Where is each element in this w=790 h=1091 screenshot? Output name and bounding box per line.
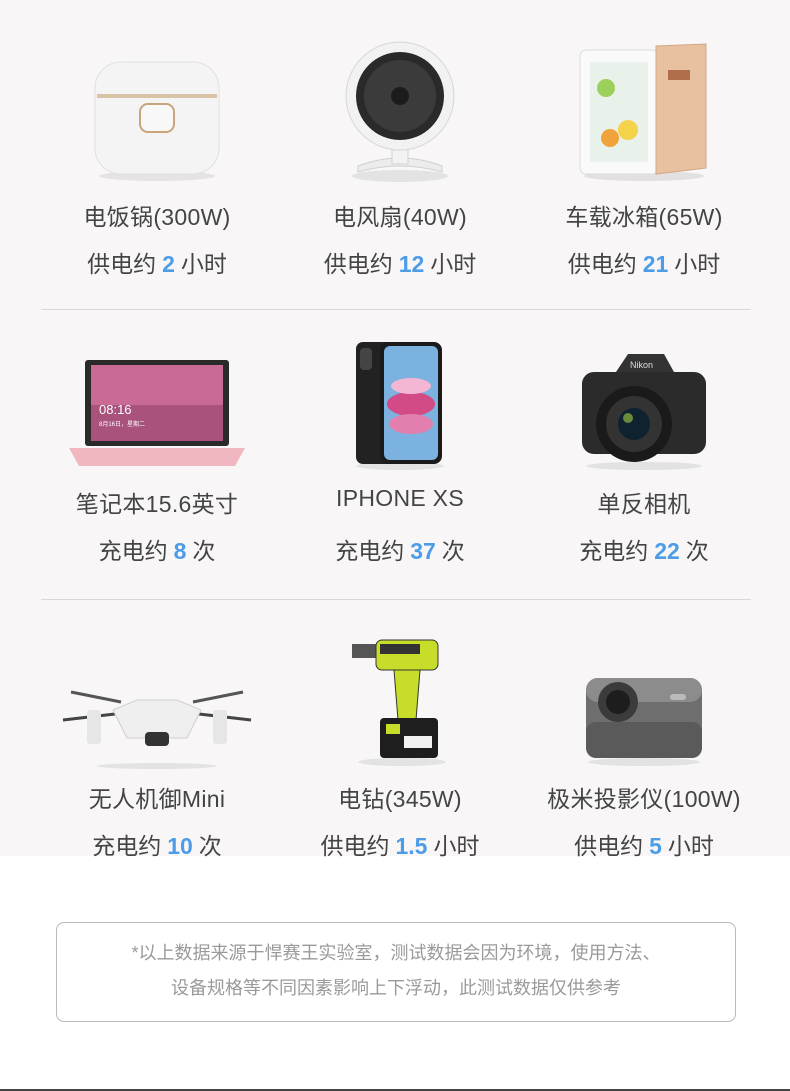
item-name: IPHONE XS bbox=[336, 485, 464, 511]
item-laptop: 08:16 8月16日，星期二 笔记本15.6英寸 充电约 8 次 bbox=[37, 300, 277, 590]
car-fridge-icon bbox=[579, 43, 707, 181]
usage-prefix: 充电约 bbox=[335, 538, 405, 564]
item-rice-cooker: 电饭锅(300W) 供电约 2 小时 bbox=[37, 0, 277, 300]
item-name: 无人机御Mini bbox=[88, 786, 226, 812]
item-name: 单反相机 bbox=[597, 491, 691, 517]
item-usage: 充电约 8 次 bbox=[37, 532, 277, 566]
item-name: 电钻(345W) bbox=[338, 786, 462, 812]
item-phone: IPHONE XS 充电约 37 次 bbox=[280, 300, 520, 590]
projector-icon bbox=[586, 678, 702, 766]
fan-icon bbox=[345, 41, 455, 182]
usage-value: 2 bbox=[162, 251, 175, 277]
usage-unit: 次 bbox=[192, 538, 216, 564]
item-usage: 充电约 22 次 bbox=[524, 532, 764, 566]
usage-prefix: 充电约 bbox=[92, 833, 162, 859]
camera-icon: Nikon bbox=[582, 354, 706, 470]
usage-value: 22 bbox=[654, 538, 680, 564]
item-usage: 充电约 10 次 bbox=[37, 827, 277, 861]
item-projector: 极米投影仪(100W) 供电约 5 小时 bbox=[524, 600, 764, 859]
usage-value: 37 bbox=[410, 538, 436, 564]
disclaimer-line-2: 设备规格等不同因素影响上下浮动，此测试数据仅供参考 bbox=[171, 978, 621, 998]
laptop-screen-date: 8月16日，星期二 bbox=[99, 420, 145, 428]
item-name: 笔记本15.6英寸 bbox=[75, 491, 239, 517]
item-usage: 供电约 5 小时 bbox=[524, 827, 764, 861]
item-fan: 电风扇(40W) 供电约 12 小时 bbox=[280, 0, 520, 300]
item-usage: 充电约 37 次 bbox=[280, 532, 520, 566]
phone-icon bbox=[356, 342, 444, 470]
item-usage: 供电约 21 小时 bbox=[524, 245, 764, 279]
usage-unit: 次 bbox=[198, 833, 222, 859]
item-name: 极米投影仪(100W) bbox=[547, 786, 741, 812]
usage-prefix: 充电约 bbox=[579, 538, 649, 564]
usage-prefix: 充电约 bbox=[98, 538, 168, 564]
usage-unit: 小时 bbox=[674, 251, 721, 277]
usage-prefix: 供电约 bbox=[87, 251, 157, 277]
item-camera: Nikon 单反相机 充电约 22 次 bbox=[524, 300, 764, 590]
usage-prefix: 供电约 bbox=[574, 833, 644, 859]
usage-value: 8 bbox=[173, 538, 187, 564]
drill-icon bbox=[352, 639, 446, 766]
usage-value: 21 bbox=[642, 251, 669, 277]
item-usage: 供电约 12 小时 bbox=[280, 245, 520, 279]
usage-value: 5 bbox=[649, 833, 662, 859]
item-usage: 供电约 1.5 小时 bbox=[280, 827, 520, 861]
item-drill: 电钻(345W) 供电约 1.5 小时 bbox=[280, 600, 520, 859]
usage-value: 12 bbox=[398, 251, 425, 277]
usage-unit: 小时 bbox=[430, 251, 477, 277]
camera-brand: Nikon bbox=[630, 360, 653, 370]
rice-cooker-icon bbox=[94, 61, 220, 181]
usage-prefix: 供电约 bbox=[323, 251, 393, 277]
item-car-fridge: 车载冰箱(65W) 供电约 21 小时 bbox=[524, 0, 764, 300]
usage-unit: 小时 bbox=[667, 833, 714, 859]
drone-icon bbox=[62, 690, 252, 769]
laptop-screen-time: 08:16 bbox=[99, 402, 132, 417]
usage-unit: 小时 bbox=[433, 833, 480, 859]
usage-unit: 小时 bbox=[180, 251, 227, 277]
usage-unit: 次 bbox=[685, 538, 709, 564]
laptop-icon: 08:16 8月16日，星期二 bbox=[69, 360, 245, 466]
disclaimer-box: *以上数据来源于悍赛王实验室，测试数据会因为环境，使用方法、 设备规格等不同因素… bbox=[56, 922, 736, 1022]
usage-value: 10 bbox=[167, 833, 193, 859]
item-name: 电饭锅(300W) bbox=[83, 204, 231, 230]
disclaimer-line-1: *以上数据来源于悍赛王实验室，测试数据会因为环境，使用方法、 bbox=[131, 943, 661, 963]
usage-value: 1.5 bbox=[395, 833, 428, 859]
usage-unit: 次 bbox=[441, 538, 465, 564]
item-name: 电风扇(40W) bbox=[332, 204, 467, 230]
item-name: 车载冰箱(65W) bbox=[565, 204, 723, 230]
item-drone: 无人机御Mini 充电约 10 次 bbox=[37, 600, 277, 859]
item-usage: 供电约 2 小时 bbox=[37, 245, 277, 279]
usage-prefix: 供电约 bbox=[567, 251, 637, 277]
usage-prefix: 供电约 bbox=[320, 833, 390, 859]
